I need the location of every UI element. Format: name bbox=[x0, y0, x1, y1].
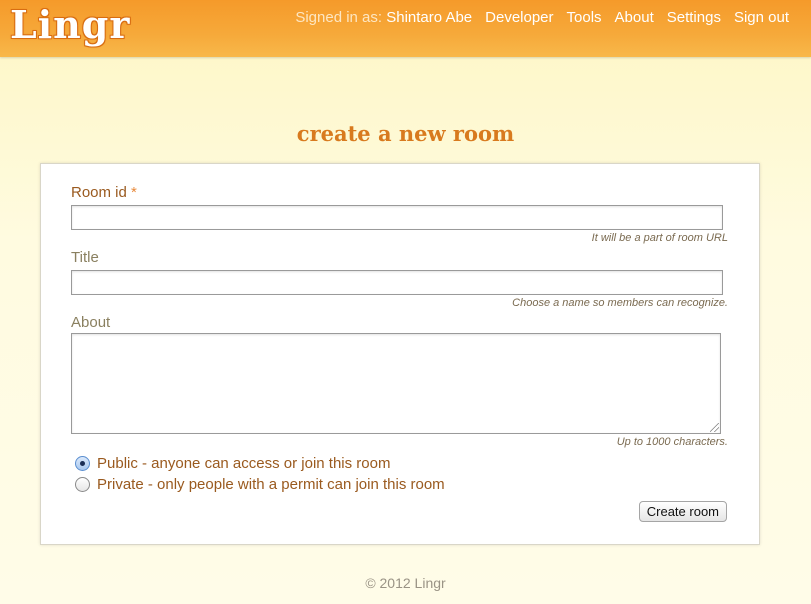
visibility-private-option[interactable]: Private - only people with a permit can … bbox=[75, 476, 445, 493]
lingr-logo[interactable]: Lingr bbox=[10, 3, 130, 47]
visibility-public-option[interactable]: Public - anyone can access or join this … bbox=[75, 455, 390, 472]
resize-grip-icon[interactable] bbox=[710, 423, 719, 432]
title-input[interactable] bbox=[71, 270, 723, 295]
nav-tools[interactable]: Tools bbox=[567, 9, 602, 26]
about-label: About bbox=[71, 314, 111, 331]
room-id-hint: It will be a part of room URL bbox=[591, 232, 728, 244]
signed-in-status: Signed in as: Shintaro Abe bbox=[295, 9, 472, 26]
top-nav: Signed in as: Shintaro Abe Developer Too… bbox=[295, 6, 789, 28]
public-radio-label[interactable]: Public - anyone can access or join this … bbox=[97, 455, 390, 472]
room-id-label-text: Room id bbox=[71, 184, 127, 201]
nav-about[interactable]: About bbox=[615, 9, 654, 26]
signed-in-prefix: Signed in as: bbox=[295, 8, 383, 26]
public-radio[interactable] bbox=[75, 456, 90, 471]
nav-developer[interactable]: Developer bbox=[485, 9, 553, 26]
top-bar: Lingr Signed in as: Shintaro Abe Develop… bbox=[0, 0, 811, 57]
nav-settings[interactable]: Settings bbox=[667, 9, 721, 26]
nav-sign-out[interactable]: Sign out bbox=[734, 9, 789, 26]
page-title: create a new room bbox=[296, 121, 515, 146]
create-room-form: Room id * It will be a part of room URL … bbox=[40, 163, 760, 545]
room-id-label: Room id * bbox=[71, 184, 137, 201]
user-name-link[interactable]: Shintaro Abe bbox=[386, 9, 472, 26]
private-radio-label[interactable]: Private - only people with a permit can … bbox=[97, 476, 445, 493]
required-marker: * bbox=[131, 184, 137, 201]
private-radio[interactable] bbox=[75, 477, 90, 492]
room-id-input[interactable] bbox=[71, 205, 723, 230]
title-hint: Choose a name so members can recognize. bbox=[512, 297, 728, 309]
title-label: Title bbox=[71, 249, 99, 266]
footer-copyright: © 2012 Lingr bbox=[365, 575, 446, 591]
about-hint: Up to 1000 characters. bbox=[616, 436, 728, 448]
create-room-button[interactable]: Create room bbox=[638, 501, 727, 522]
about-textarea[interactable] bbox=[71, 333, 721, 434]
